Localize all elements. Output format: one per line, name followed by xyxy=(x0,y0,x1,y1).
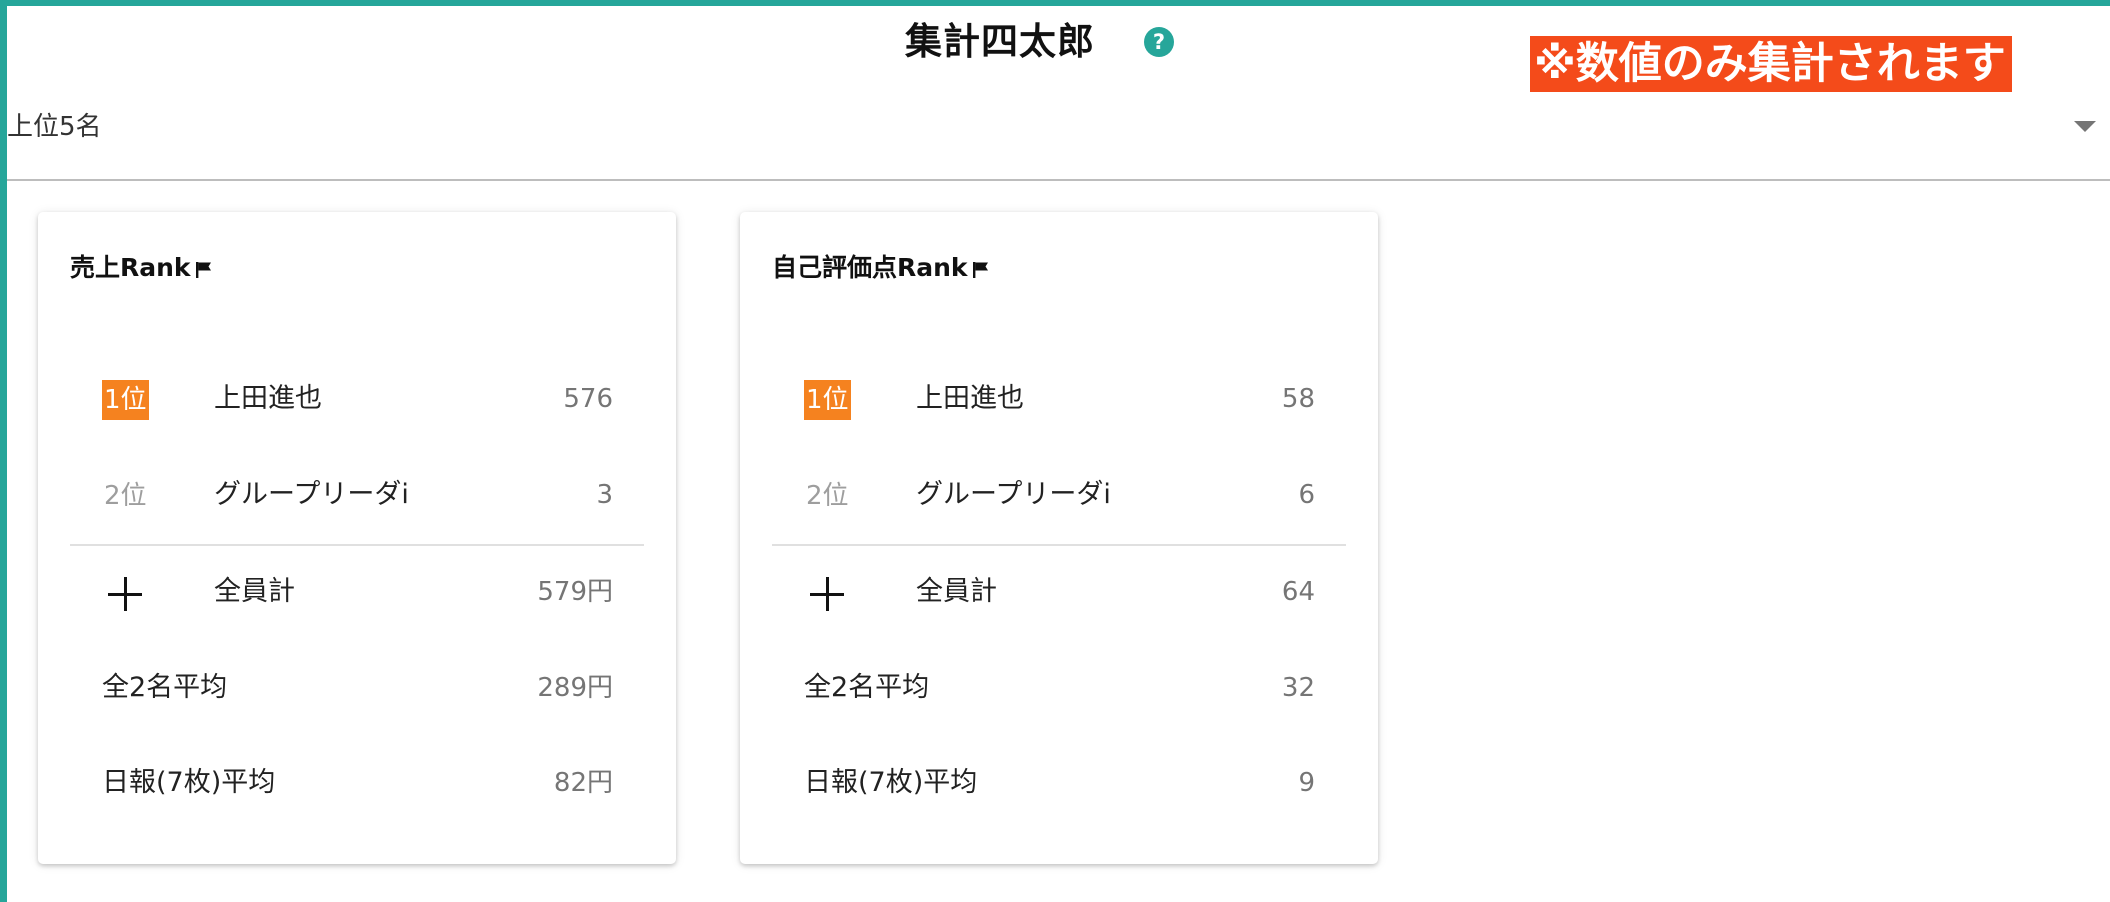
rank-value: 58 xyxy=(1281,384,1315,414)
total-label: 全員計 xyxy=(916,576,997,607)
rank-value: 3 xyxy=(596,480,613,510)
total-value: 64 xyxy=(1281,577,1315,607)
app-title: 集計四太郎 xyxy=(905,20,1095,63)
rank-value: 576 xyxy=(563,384,613,414)
top-accent-border xyxy=(0,0,2110,6)
total-row: 全員計 64 xyxy=(740,562,1378,622)
rank-badge: 2位 xyxy=(104,481,147,511)
rank-name: 上田進也 xyxy=(916,383,1024,414)
notice-banner: ※数値のみ集計されます xyxy=(1530,36,2012,92)
rank-name: グループリーダi xyxy=(916,479,1111,510)
card-title-text: 自己評価点Rank xyxy=(772,253,968,282)
rank-name: グループリーダi xyxy=(214,479,409,510)
rank-badge: 2位 xyxy=(806,481,849,511)
rank-badge-first: 1位 xyxy=(804,380,851,420)
rank-name: 上田進也 xyxy=(214,383,322,414)
average-all-label: 全2名平均 xyxy=(102,672,228,703)
card-title: 自己評価点Rank xyxy=(772,248,990,288)
rank-row: 2位 グループリーダi 3 xyxy=(38,465,676,525)
rank-row: 1位 上田進也 58 xyxy=(740,369,1378,429)
total-row: 全員計 579円 xyxy=(38,562,676,622)
rank-count-select-value: 上位5名 xyxy=(7,112,102,142)
plus-icon[interactable] xyxy=(108,577,142,611)
average-report-label: 日報(7枚)平均 xyxy=(102,767,276,798)
card-title-text: 売上Rank xyxy=(70,253,191,282)
average-report-label: 日報(7枚)平均 xyxy=(804,767,978,798)
average-all-value: 289円 xyxy=(537,673,613,703)
average-all-value: 32 xyxy=(1281,673,1315,703)
plus-icon[interactable] xyxy=(810,577,844,611)
card-divider xyxy=(70,544,644,546)
average-all-label: 全2名平均 xyxy=(804,672,930,703)
dropdown-arrow-icon[interactable] xyxy=(2074,121,2096,132)
rank-card-self-evaluation: 自己評価点Rank 1位 上田進也 58 2位 グループリーダi 6 全員計 6… xyxy=(740,212,1378,864)
rank-card-sales: 売上Rank 1位 上田進也 576 2位 グループリーダi 3 全員計 579… xyxy=(38,212,676,864)
average-all-row: 全2名平均 32 xyxy=(740,658,1378,718)
average-report-value: 82円 xyxy=(553,768,613,798)
average-report-row: 日報(7枚)平均 9 xyxy=(740,753,1378,813)
rank-count-select[interactable] xyxy=(7,95,2110,181)
total-value: 579円 xyxy=(537,577,613,607)
left-accent-border xyxy=(0,0,7,902)
rank-row: 2位 グループリーダi 6 xyxy=(740,465,1378,525)
card-divider xyxy=(772,544,1346,546)
average-report-value: 9 xyxy=(1298,768,1315,798)
flag-icon xyxy=(195,262,211,278)
rank-badge-first: 1位 xyxy=(102,380,149,420)
average-all-row: 全2名平均 289円 xyxy=(38,658,676,718)
select-underline xyxy=(7,179,2110,181)
average-report-row: 日報(7枚)平均 82円 xyxy=(38,753,676,813)
help-icon[interactable]: ? xyxy=(1144,27,1174,57)
rank-row: 1位 上田進也 576 xyxy=(38,369,676,429)
flag-icon xyxy=(972,262,988,278)
total-label: 全員計 xyxy=(214,576,295,607)
rank-value: 6 xyxy=(1298,480,1315,510)
card-title: 売上Rank xyxy=(70,248,213,288)
